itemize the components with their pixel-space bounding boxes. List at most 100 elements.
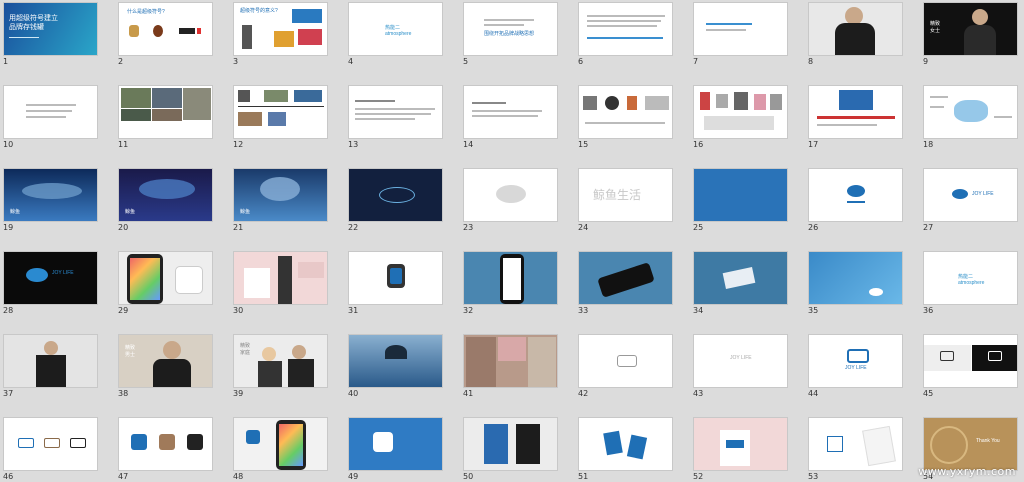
slide-14-thumbnail[interactable] xyxy=(463,85,558,139)
slide-31-thumbnail[interactable] xyxy=(348,251,443,305)
slide-10-line-a xyxy=(26,104,76,106)
slide-41-thumbnail[interactable] xyxy=(463,334,558,388)
slide-12-thumbnail[interactable] xyxy=(233,85,328,139)
slide-39-thumbnail[interactable]: 精致 家庭 xyxy=(233,334,328,388)
slide-38-thumbnail[interactable]: 精致 男士 xyxy=(118,334,213,388)
slide-45-thumbnail[interactable] xyxy=(923,334,1018,388)
slide-30-thumbnail[interactable] xyxy=(233,251,328,305)
slide-18-number: 18 xyxy=(923,140,934,149)
slide-37-person-head xyxy=(44,341,58,355)
slide-17-thumbnail[interactable] xyxy=(808,85,903,139)
slide-35-thumbnail[interactable] xyxy=(808,251,903,305)
slide-9-title: 精致 xyxy=(930,21,941,27)
slide-46-logo-a xyxy=(18,438,34,448)
slide-38-number: 38 xyxy=(118,389,129,398)
slide-25-thumbnail[interactable] xyxy=(693,168,788,222)
slide-27-thumbnail[interactable]: JOY LIFE xyxy=(923,168,1018,222)
slide-29-thumbnail[interactable] xyxy=(118,251,213,305)
slide-2-thumbnail[interactable]: 什么是超级符号? xyxy=(118,2,213,56)
slide-12-divider xyxy=(238,106,324,107)
slide-54-title: Thank You xyxy=(976,438,1000,444)
slide-43-thumbnail[interactable]: JOY LIFE xyxy=(693,334,788,388)
slide-50-thumbnail[interactable] xyxy=(463,417,558,471)
slide-34-thumbnail[interactable] xyxy=(693,251,788,305)
slide-33-thumbnail[interactable] xyxy=(578,251,673,305)
slide-44-thumbnail[interactable]: JOY LIFE xyxy=(808,334,903,388)
slide-22-thumbnail[interactable] xyxy=(348,168,443,222)
slide-49-app-icon xyxy=(373,432,393,452)
slide-13-number: 13 xyxy=(348,140,359,149)
slide-11-thumbnail[interactable] xyxy=(118,85,213,139)
slide-41-photo-c xyxy=(528,337,556,387)
slide-26-number: 26 xyxy=(808,223,819,232)
slide-11-photo-c xyxy=(183,88,211,120)
slide-46-thumbnail[interactable] xyxy=(3,417,98,471)
slide-13-line-d xyxy=(355,118,415,120)
slide-51-thumbnail[interactable] xyxy=(578,417,673,471)
slide-47-number: 47 xyxy=(118,472,129,481)
slide-9-thumbnail[interactable]: 精致 女士 xyxy=(923,2,1018,56)
slide-3-thumbnail[interactable]: 超级符号的意义? xyxy=(233,2,328,56)
slide-2-symbol-c xyxy=(179,28,195,34)
slide-40-thumbnail[interactable] xyxy=(348,334,443,388)
slide-53-thumbnail[interactable] xyxy=(808,417,903,471)
slide-39-number: 39 xyxy=(233,389,244,398)
slide-7-thumbnail[interactable] xyxy=(693,2,788,56)
slide-46-logo-c xyxy=(70,438,86,448)
slide-7-number: 7 xyxy=(693,57,699,66)
slide-24-thumbnail[interactable]: 鲸鱼生活 xyxy=(578,168,673,222)
slide-47-thumbnail[interactable] xyxy=(118,417,213,471)
slide-54-thumbnail[interactable]: Thank You xyxy=(923,417,1018,471)
slide-26-whale-logo xyxy=(847,185,865,197)
slide-44-title: JOY LIFE xyxy=(845,365,867,371)
slide-6-line-c xyxy=(587,25,657,27)
slide-15-number: 15 xyxy=(578,140,589,149)
slide-21-thumbnail[interactable]: 鲸鱼 xyxy=(233,168,328,222)
slide-19-title: 鲸鱼 xyxy=(10,209,21,215)
slide-16-product-d xyxy=(754,94,766,110)
slide-46-number: 46 xyxy=(3,472,14,481)
slide-34-number: 34 xyxy=(693,306,704,315)
slide-13-thumbnail[interactable] xyxy=(348,85,443,139)
slide-31-watch-screen xyxy=(390,268,402,284)
slide-16-product-e xyxy=(770,94,782,110)
slide-26-thumbnail[interactable] xyxy=(808,168,903,222)
slide-42-logo-grey xyxy=(617,355,637,367)
slide-1-thumbnail[interactable]: 用超级符号建立 品牌存钱罐 xyxy=(3,2,98,56)
slide-7-line-b xyxy=(706,29,746,31)
slide-15-thumbnail[interactable] xyxy=(578,85,673,139)
slide-20-thumbnail[interactable]: 鲸鱼 xyxy=(118,168,213,222)
slide-10-thumbnail[interactable] xyxy=(3,85,98,139)
slide-12-image-c xyxy=(294,90,322,102)
slide-5-thumbnail[interactable]: 围绕开拓品牌战略思想 xyxy=(463,2,558,56)
slide-5-title: 围绕开拓品牌战略思想 xyxy=(484,31,535,37)
slide-47-icon-a xyxy=(131,434,147,450)
slide-2-symbol-b xyxy=(153,25,163,37)
slide-8-thumbnail[interactable] xyxy=(808,2,903,56)
slide-1-subtitle: 品牌存钱罐 xyxy=(9,24,44,31)
slide-24-title: 鲸鱼生活 xyxy=(593,188,642,202)
slide-18-thumbnail[interactable] xyxy=(923,85,1018,139)
slide-36-thumbnail[interactable]: 热能二 atmosphere xyxy=(923,251,1018,305)
slide-20-whale xyxy=(139,179,195,199)
slide-41-photo-a xyxy=(466,337,496,387)
slide-52-thumbnail[interactable] xyxy=(693,417,788,471)
slide-37-thumbnail[interactable] xyxy=(3,334,98,388)
slide-32-thumbnail[interactable] xyxy=(463,251,558,305)
slide-4-thumbnail[interactable]: 热能二 atmosphere xyxy=(348,2,443,56)
slide-6-thumbnail[interactable] xyxy=(578,2,673,56)
slide-16-product-row xyxy=(704,116,774,130)
slide-25-number: 25 xyxy=(693,223,704,232)
slide-16-thumbnail[interactable] xyxy=(693,85,788,139)
slide-11-photo-a xyxy=(121,88,151,108)
slide-19-thumbnail[interactable]: 鲸鱼 xyxy=(3,168,98,222)
slide-15-image-b xyxy=(605,96,619,110)
slide-49-thumbnail[interactable] xyxy=(348,417,443,471)
slide-15-image-d xyxy=(645,96,669,110)
slide-10-line-b xyxy=(26,110,72,112)
slide-42-thumbnail[interactable] xyxy=(578,334,673,388)
slide-23-thumbnail[interactable] xyxy=(463,168,558,222)
slide-48-thumbnail[interactable] xyxy=(233,417,328,471)
slide-21-whale xyxy=(260,177,300,201)
slide-28-thumbnail[interactable]: JOY LIFE xyxy=(3,251,98,305)
